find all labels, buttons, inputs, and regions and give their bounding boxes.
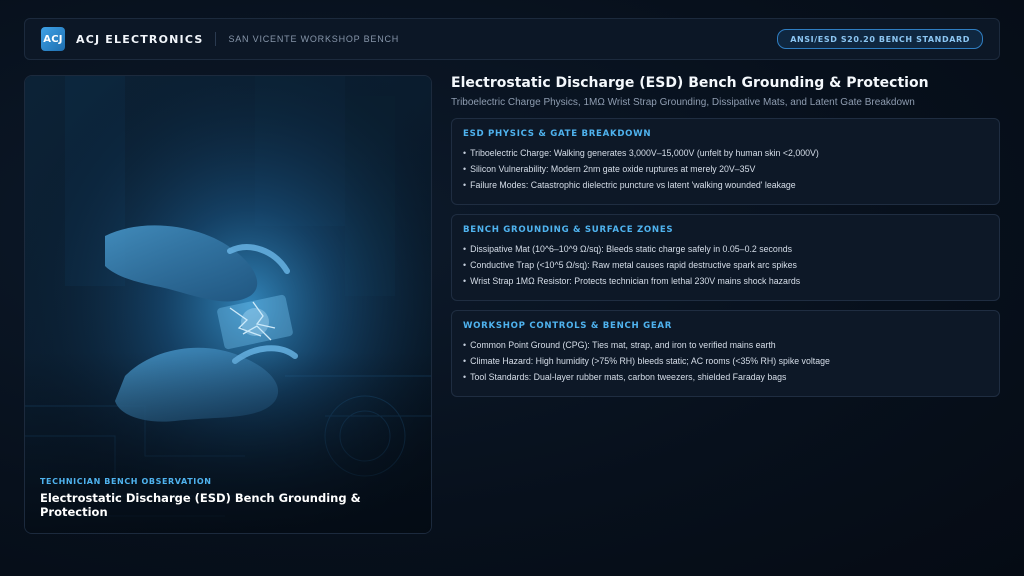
photo-caption: TECHNICIAN BENCH OBSERVATION Electrostat… (40, 477, 431, 519)
header-bar: ACJ ACJ ELECTRONICS SAN VICENTE WORKSHOP… (24, 18, 1000, 60)
brand-name: ACJ ELECTRONICS (76, 32, 204, 46)
card-title: BENCH GROUNDING & SURFACE ZONES (463, 225, 674, 235)
card-list: Dissipative Mat (10^6–10^9 Ω/sq): Bleeds… (463, 241, 988, 289)
list-item: Climate Hazard: High humidity (>75% RH) … (463, 353, 988, 369)
page-title: Electrostatic Discharge (ESD) Bench Grou… (451, 75, 929, 91)
caption-title: Electrostatic Discharge (ESD) Bench Grou… (40, 491, 361, 519)
list-item: Dissipative Mat (10^6–10^9 Ω/sq): Bleeds… (463, 241, 988, 257)
list-item: Conductive Trap (<10^5 Ω/sq): Raw metal … (463, 257, 988, 273)
list-item: Common Point Ground (CPG): Ties mat, str… (463, 337, 988, 353)
acj-logo-icon: ACJ (41, 27, 65, 51)
list-item: Tool Standards: Dual-layer rubber mats, … (463, 369, 988, 385)
list-item: Silicon Vulnerability: Modern 2nm gate o… (463, 161, 988, 177)
standard-badge: ANSI/ESD S20.20 BENCH STANDARD (777, 29, 983, 49)
card-list: Common Point Ground (CPG): Ties mat, str… (463, 337, 988, 385)
card-list: Triboelectric Charge: Walking generates … (463, 145, 988, 193)
header-divider (215, 32, 217, 46)
card-esd-physics: ESD PHYSICS & GATE BREAKDOWN Triboelectr… (451, 118, 1000, 205)
card-workshop-controls: WORKSHOP CONTROLS & BENCH GEAR Common Po… (451, 310, 1000, 397)
card-bench-grounding: BENCH GROUNDING & SURFACE ZONES Dissipat… (451, 214, 1000, 301)
page: ACJ ACJ ELECTRONICS SAN VICENTE WORKSHOP… (0, 0, 1024, 576)
list-item: Triboelectric Charge: Walking generates … (463, 145, 988, 161)
card-title: WORKSHOP CONTROLS & BENCH GEAR (463, 321, 673, 331)
bench-photo-illustration (25, 76, 431, 533)
bench-photo-panel: TECHNICIAN BENCH OBSERVATION Electrostat… (24, 75, 432, 534)
page-tagline: Triboelectric Charge Physics, 1MΩ Wrist … (451, 97, 915, 108)
card-title: ESD PHYSICS & GATE BREAKDOWN (463, 129, 652, 139)
list-item: Wrist Strap 1MΩ Resistor: Protects techn… (463, 273, 988, 289)
list-item: Failure Modes: Catastrophic dielectric p… (463, 177, 988, 193)
workshop-subtitle: SAN VICENTE WORKSHOP BENCH (228, 34, 400, 44)
caption-kicker: TECHNICIAN BENCH OBSERVATION (40, 477, 212, 486)
logo-text: ACJ (43, 33, 63, 45)
